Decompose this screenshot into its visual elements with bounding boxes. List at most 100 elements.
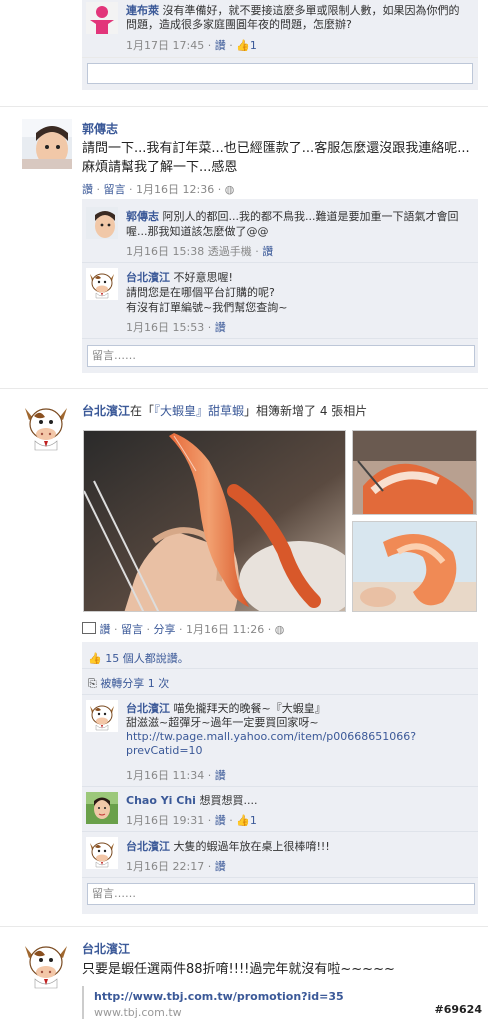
- post-author[interactable]: 郭傳志: [82, 120, 118, 137]
- comment-time[interactable]: 1月16日 19:31: [126, 814, 204, 827]
- comment-input[interactable]: 留言……: [87, 345, 475, 367]
- commenter-avatar[interactable]: [86, 792, 118, 824]
- link-title[interactable]: http://www.tbj.com.tw/promotion?id=35: [94, 990, 344, 1003]
- comment-body: 喵免攏拜天的晚餐~『大蝦皇』: [170, 702, 326, 715]
- post-time[interactable]: 1月16日 12:36: [136, 183, 214, 196]
- comment-input[interactable]: [87, 63, 473, 84]
- post-header-text: 」相簿新增了 4 張相片: [244, 404, 368, 418]
- commenter-avatar[interactable]: [86, 837, 118, 869]
- thumb-icon: 👍: [236, 814, 250, 827]
- author-avatar[interactable]: [20, 400, 72, 452]
- comment-link[interactable]: http://tw.page.mall.yahoo.com/item/p0066…: [126, 730, 416, 743]
- commenter-name[interactable]: 台北濱江: [126, 702, 170, 715]
- comment-body-line: 請問您是在哪個平台訂購的呢?: [126, 286, 275, 299]
- commenter-name[interactable]: Chao Yi Chi: [126, 794, 196, 807]
- share-icon: ⎘: [88, 677, 97, 690]
- cow-mascot-avatar: [86, 700, 118, 732]
- cow-mascot-avatar: [86, 837, 118, 869]
- comment-meta: 1月16日 15:53 · 讚: [126, 321, 226, 334]
- comment-link[interactable]: 留言: [104, 183, 126, 196]
- share-link[interactable]: 分享: [154, 623, 176, 636]
- post-text: 請問一下...我有訂年菜...也已經匯款了...客服怎麼還沒跟我連絡呢...麻煩…: [82, 141, 470, 175]
- shares-summary: ⎘ 被轉分享 1 次: [88, 675, 169, 691]
- shares-count-link[interactable]: 被轉分享 1 次: [100, 677, 169, 690]
- comment-body: 沒有準備好，就不要接這麼多單或限制人數，如果因為你們的問題，造成很多家庭團圓年夜…: [126, 4, 460, 31]
- comment-meta: 1月17日 17:45 · 讚 · 👍1: [126, 39, 257, 52]
- like-link[interactable]: 讚: [100, 623, 111, 636]
- link-domain: www.tbj.com.tw: [94, 1006, 182, 1019]
- photo-album-icon: [82, 622, 96, 634]
- comment-text: 郭傳志 阿別人的都回...我的都不鳥我...難道是要加重一下語氣才會回喔...那…: [126, 209, 472, 239]
- default-avatar-icon: [86, 2, 118, 34]
- commenter-avatar[interactable]: [86, 268, 118, 300]
- post-time[interactable]: 1月16日 11:26: [186, 623, 264, 636]
- comment-body-line: 甜滋滋~超彈牙~過年一定要買回家呀~: [126, 716, 319, 729]
- cow-mascot-avatar: [20, 400, 72, 452]
- likes-count-link[interactable]: 15 個人都說讚。: [105, 652, 189, 665]
- commenter-avatar[interactable]: [86, 700, 118, 732]
- public-globe-icon: ◍: [274, 623, 285, 636]
- cow-mascot-avatar: [20, 938, 72, 990]
- commenter-name[interactable]: 台北濱江: [126, 271, 170, 284]
- commenter-name[interactable]: 郭傳志: [126, 210, 159, 223]
- like-link[interactable]: 讚: [82, 183, 93, 196]
- comment-time[interactable]: 1月16日 15:38: [126, 245, 204, 258]
- like-link[interactable]: 讚: [262, 245, 273, 258]
- like-link[interactable]: 讚: [215, 860, 226, 873]
- person-photo-avatar: [86, 792, 118, 824]
- photo-thumb[interactable]: [352, 430, 477, 515]
- like-link[interactable]: 讚: [215, 321, 226, 334]
- like-link[interactable]: 讚: [215, 814, 226, 827]
- like-link[interactable]: 讚: [215, 769, 226, 782]
- comment-link[interactable]: prevCatid=10: [126, 744, 203, 757]
- comment-body: 想買想買....: [195, 794, 258, 807]
- comment-time[interactable]: 1月16日 15:53: [126, 321, 204, 334]
- post-text: 只要是蝦任選兩件88折唷!!!!過完年就沒有啦~~~~~: [82, 962, 395, 977]
- comment-meta: 1月16日 19:31 · 讚 · 👍1: [126, 814, 257, 827]
- post-actions: 讚 · 留言 · 分享 · 1月16日 11:26 · ◍: [82, 621, 284, 637]
- post-actions: 讚 · 留言 · 1月16日 12:36 · ◍: [82, 183, 235, 196]
- via-mobile[interactable]: 透過手機: [208, 245, 252, 258]
- post-author[interactable]: 台北濱江: [82, 940, 130, 957]
- shrimp-in-hand-photo: [84, 431, 345, 611]
- album-link[interactable]: 『大蝦皇』甜草蝦: [154, 404, 244, 418]
- like-count[interactable]: 1: [250, 39, 257, 52]
- commenter-avatar[interactable]: [86, 207, 118, 239]
- post-author[interactable]: 台北濱江: [82, 404, 130, 418]
- comment-text: 台北濱江 不好意思喔! 請問您是在哪個平台訂購的呢? 有沒有訂單編號~我們幫您查…: [126, 270, 472, 315]
- comment-text: 台北濱江 大隻的蝦過年放在桌上很棒唷!!!: [126, 840, 472, 854]
- comment-body: 阿別人的都回...我的都不鳥我...難道是要加重一下語氣才會回喔...那我知道該…: [126, 210, 459, 238]
- cow-mascot-avatar: [86, 268, 118, 300]
- comment-input[interactable]: 留言……: [87, 883, 475, 905]
- comment-link[interactable]: 留言: [121, 623, 143, 636]
- thumb-up-icon: 👍: [88, 652, 102, 665]
- child-photo-avatar: [22, 119, 72, 169]
- commenter-name[interactable]: 台北濱江: [126, 840, 170, 853]
- avatar[interactable]: [86, 2, 118, 34]
- thumb-icon: 👍: [236, 39, 250, 52]
- likes-summary: 👍 15 個人都說讚。: [88, 650, 189, 666]
- comment-time[interactable]: 1月16日 22:17: [126, 860, 204, 873]
- comment-text: 台北濱江 喵免攏拜天的晚餐~『大蝦皇』 甜滋滋~超彈牙~過年一定要買回家呀~ h…: [126, 702, 472, 758]
- author-avatar[interactable]: [20, 938, 72, 990]
- comment-time[interactable]: 1月16日 11:34: [126, 769, 204, 782]
- post-header-text: 在「: [130, 404, 155, 418]
- post-header: 台北濱江在「『大蝦皇』甜草蝦」相簿新增了 4 張相片: [82, 402, 367, 419]
- comment-body-line: 有沒有訂單編號~我們幫您查詢~: [126, 301, 288, 314]
- public-globe-icon: ◍: [224, 183, 235, 196]
- comment-meta: 1月16日 15:38 透過手機 · 讚: [126, 245, 274, 258]
- watermark: #69624: [432, 1003, 484, 1016]
- photo-main[interactable]: [83, 430, 346, 612]
- like-count[interactable]: 1: [250, 814, 257, 827]
- comment-body: 大隻的蝦過年放在桌上很棒唷!!!: [170, 840, 330, 853]
- comment-time[interactable]: 1月17日 17:45: [126, 39, 204, 52]
- photo-thumb[interactable]: [352, 521, 477, 612]
- author-avatar[interactable]: [22, 119, 72, 169]
- peeled-shrimp-photo: [353, 522, 476, 611]
- comment-meta: 1月16日 22:17 · 讚: [126, 860, 226, 873]
- like-link[interactable]: 讚: [215, 39, 226, 52]
- comment-text: 連布萊 沒有準備好，就不要接這麼多單或限制人數，如果因為你們的問題，造成很多家庭…: [126, 4, 466, 32]
- commenter-name[interactable]: 連布萊: [126, 4, 159, 17]
- comment-text: Chao Yi Chi 想買想買....: [126, 794, 472, 808]
- comment-body: 不好意思喔!: [170, 271, 233, 284]
